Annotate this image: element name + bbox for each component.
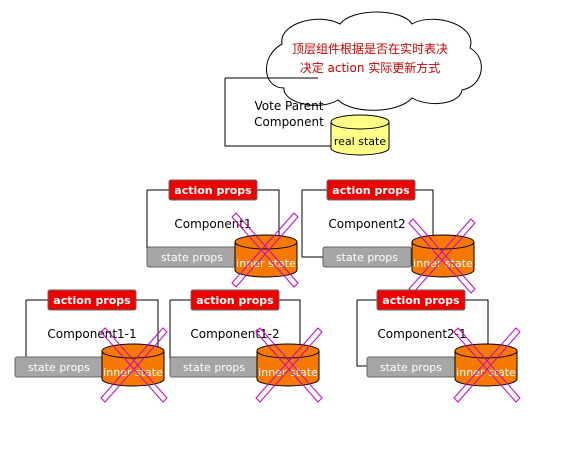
parent-title-line2: Component	[254, 115, 324, 129]
cloud-note-line1: 顶层组件根据是否在实时表决	[292, 41, 448, 56]
component1-1-action-props-label: action props	[53, 294, 131, 307]
component2-action-props-label: action props	[332, 184, 410, 197]
diagram-canvas: 顶层组件根据是否在实时表决 决定 action 实际更新方式 Vote Pare…	[0, 0, 567, 447]
component1-state-props-label: state props	[161, 251, 223, 264]
component2-1-title: Component2-1	[377, 327, 466, 341]
cloud-note: 顶层组件根据是否在实时表决 决定 action 实际更新方式	[266, 11, 482, 111]
component2-1: action props Component2-1 state props in…	[356, 289, 521, 403]
component1-action-props-label: action props	[174, 184, 252, 197]
component1-2-state-props-label: state props	[183, 361, 245, 374]
component2-1-state-props-label: state props	[380, 361, 442, 374]
component2-inner-state: inner state	[411, 234, 475, 278]
component1: action props Component1 state props inne…	[146, 179, 299, 288]
component1-1-inner-state: inner state	[101, 343, 165, 387]
component2-state-props-label: state props	[336, 251, 398, 264]
real-state-label: real state	[334, 135, 386, 148]
parent-title-line1: Vote Parent	[255, 99, 324, 113]
component1-1-title: Component1-1	[47, 327, 136, 341]
real-state-cylinder: real state	[330, 114, 390, 156]
component1-2-inner-state: inner state	[256, 343, 320, 387]
component2-1-action-props-label: action props	[382, 294, 460, 307]
component1-2: action props Component1-2 state props in…	[169, 289, 323, 403]
component1-1: action props Component1-1 state props in…	[14, 289, 168, 403]
component1-2-action-props-label: action props	[196, 294, 274, 307]
component1-title: Component1	[174, 217, 251, 231]
diagram-svg: 顶层组件根据是否在实时表决 决定 action 实际更新方式 Vote Pare…	[14, 11, 521, 403]
component1-1-state-props-label: state props	[28, 361, 90, 374]
component2-title: Component2	[328, 217, 405, 231]
component2: action props Component2 state props inne…	[301, 179, 476, 294]
component2-1-inner-state: inner state	[454, 343, 518, 387]
component1-2-title: Component1-2	[190, 327, 279, 341]
cloud-note-line2: 决定 action 实际更新方式	[300, 60, 441, 75]
